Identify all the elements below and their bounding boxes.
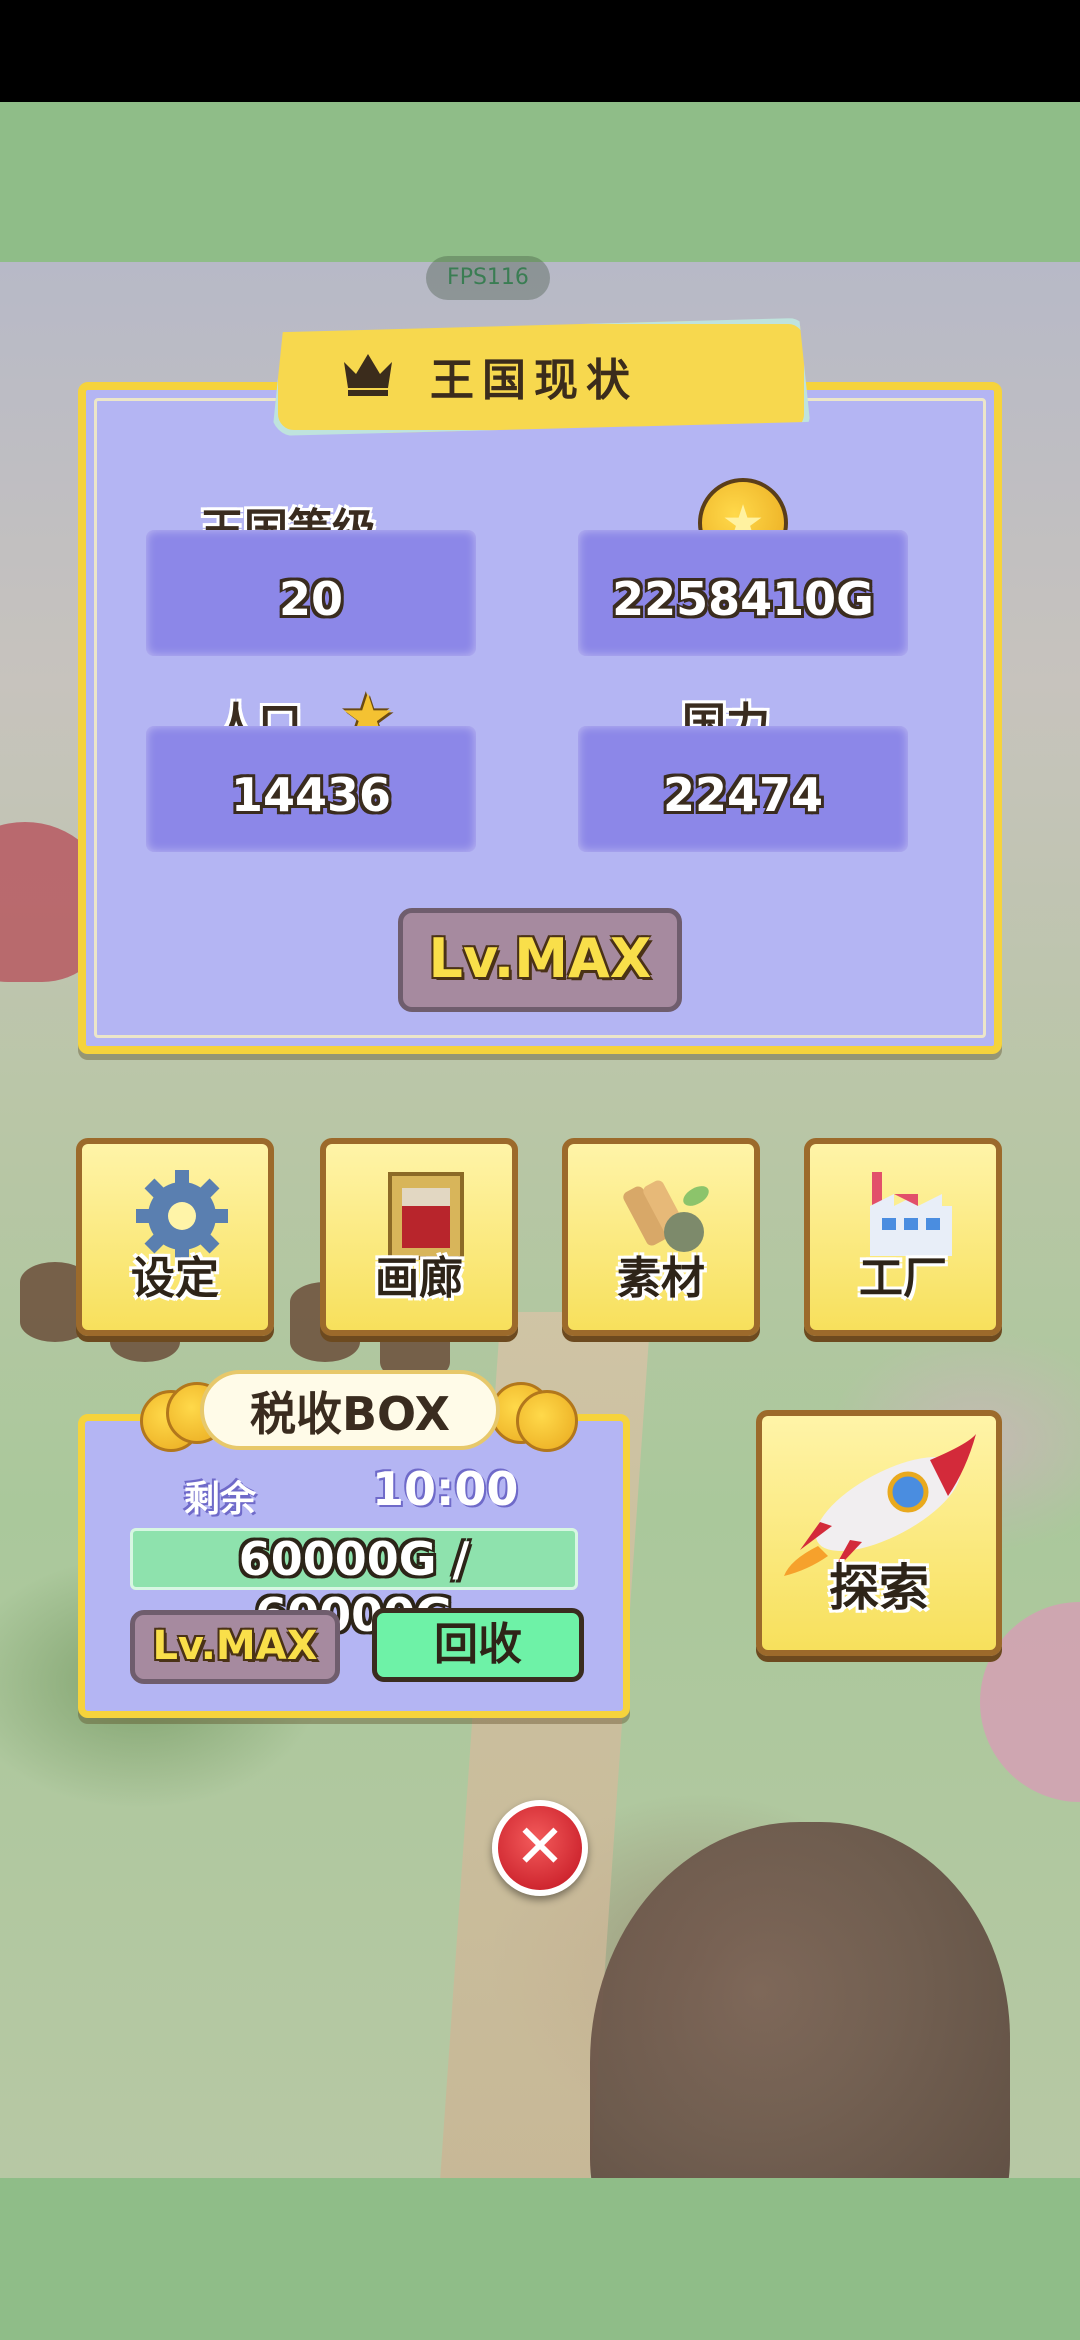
close-button[interactable]: ✕ <box>492 1800 588 1896</box>
factory-button[interactable]: 工厂 <box>804 1138 1002 1336</box>
population-value: 14436 <box>230 768 392 822</box>
gallery-label: 画廊 <box>375 1253 463 1304</box>
explore-button[interactable]: 探索 <box>756 1410 1002 1656</box>
factory-label: 工厂 <box>859 1253 947 1304</box>
crown-icon <box>344 354 392 396</box>
materials-button[interactable]: 素材 <box>562 1138 760 1336</box>
tax-amount-bar: 60000G / 60000G <box>130 1528 578 1642</box>
tax-title: 税收BOX <box>250 1387 450 1441</box>
gallery-button[interactable]: 画廊 <box>320 1138 518 1336</box>
settings-button[interactable]: 设定 <box>76 1138 274 1336</box>
gold-value: 2258410G <box>612 572 874 626</box>
explore-label: 探索 <box>829 1559 929 1617</box>
kingdom-lvmax-button[interactable]: Lv.MAX <box>398 908 682 1012</box>
bear-character <box>590 1822 1010 2178</box>
coin-icon <box>516 1390 578 1452</box>
remaining-time: 10:00 <box>372 1462 519 1516</box>
materials-label: 素材 <box>617 1253 705 1304</box>
tax-lvmax-button[interactable]: Lv.MAX <box>130 1610 340 1684</box>
level-value: 20 <box>278 572 343 626</box>
remaining-label: 剩余 <box>184 1479 257 1520</box>
power-value: 22474 <box>662 768 824 822</box>
fps-counter: FPS116 <box>426 256 550 300</box>
kingdom-title: 王国现状 <box>430 355 638 406</box>
settings-label: 设定 <box>131 1253 219 1304</box>
collect-button[interactable]: 回收 <box>372 1608 584 1682</box>
close-icon: ✕ <box>514 1812 566 1882</box>
status-bar <box>0 0 1080 102</box>
